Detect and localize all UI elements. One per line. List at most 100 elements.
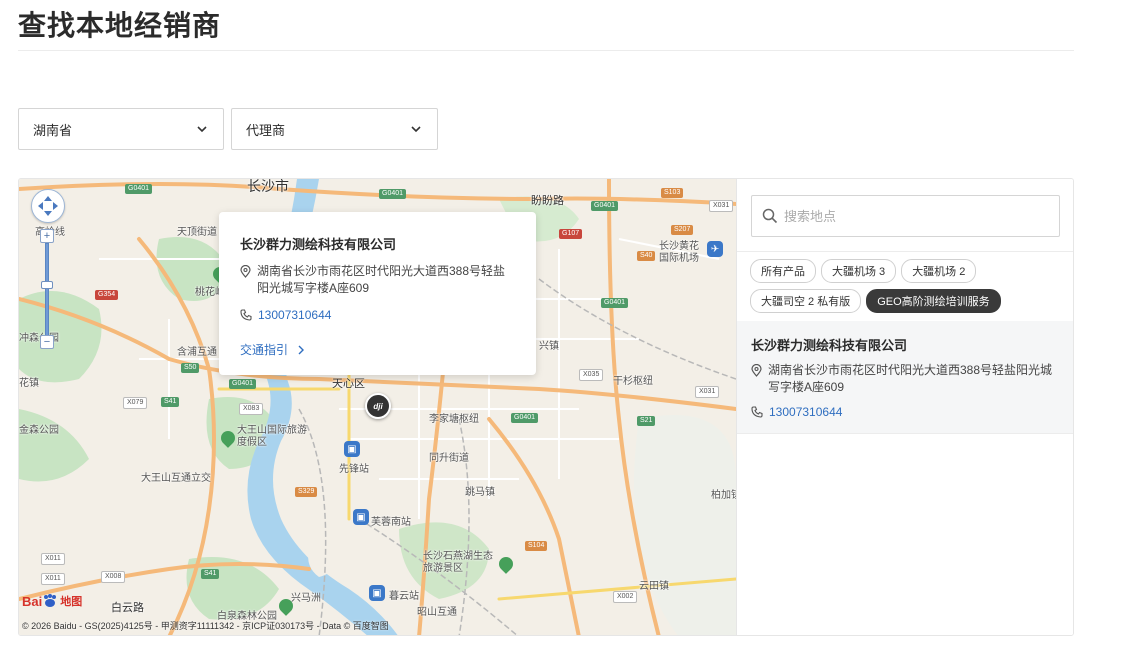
map-label-baichuan: 柏加镇 — [711, 490, 736, 501]
place-search-input[interactable] — [784, 208, 1044, 224]
chevron-down-icon — [411, 126, 421, 133]
popup-address: 湖南省长沙市雨花区时代阳光大道西388号轻盐阳光城写字楼A座609 — [257, 264, 506, 295]
zoom-slider-thumb[interactable] — [41, 281, 53, 289]
road-badge: S50 — [181, 363, 200, 373]
road-badge: G354 — [95, 290, 119, 300]
map-label-baiyun: 白云路 — [111, 602, 144, 614]
tag-all-products[interactable]: 所有产品 — [750, 259, 816, 283]
road-badge: S329 — [295, 487, 318, 497]
place-search-box — [751, 195, 1060, 237]
road-badge: X083 — [239, 403, 264, 415]
map-label-xianfeng: 先锋站 — [339, 464, 369, 475]
side-divider — [737, 251, 1073, 252]
dealer-result-item[interactable]: 长沙群力测绘科技有限公司 湖南省长沙市雨花区时代阳光大道西388号轻盐阳光城写字… — [737, 321, 1073, 433]
road-badge: X002 — [613, 591, 638, 603]
road-badge: X008 — [101, 571, 126, 583]
map-label-ganshan: 干杉枢纽 — [613, 376, 653, 387]
page-title: 查找本地经销商 — [18, 10, 222, 41]
road-badge: S207 — [671, 225, 694, 235]
pan-arrows-icon — [38, 196, 58, 216]
airport-icon: ✈ — [707, 241, 723, 257]
road-badge: S40 — [637, 251, 656, 261]
baidu-logo-map-text: 地图 — [60, 596, 83, 608]
dealer-map-marker[interactable]: dji — [365, 393, 391, 419]
road-badge: G0401 — [511, 413, 539, 423]
map-copyright: © 2026 Baidu - GS(2025)4125号 - 甲测资字11111… — [22, 621, 389, 631]
map-label-tianxing: 天顶街道 — [177, 227, 217, 238]
result-phone-link[interactable]: 13007310644 — [769, 404, 842, 421]
dealer-side-panel: 所有产品 大疆机场 3 大疆机场 2 大疆司空 2 私有版 GEO高阶测绘培训服… — [736, 179, 1073, 635]
chevron-right-icon — [298, 345, 305, 354]
map-label-airport: 长沙黄花国际机场 — [659, 241, 699, 264]
location-pin-icon — [751, 364, 762, 377]
map-label-xingma: 兴马洲 — [291, 593, 321, 604]
title-divider — [18, 50, 1074, 51]
map-label-huazhen: 花镇 — [19, 378, 39, 389]
baidu-map-logo: Bai 地图 — [22, 593, 82, 609]
dealer-info-popup: 长沙群力测绘科技有限公司 湖南省长沙市雨花区时代阳光大道西388号轻盐阳光城写字… — [219, 212, 536, 375]
dealer-locator: 长沙市 盼盼路 天顶街道 高岭线 桃花岭 冲森公园 含浦互通 花镇 天心区 李家… — [18, 178, 1074, 636]
road-badge: S21 — [637, 416, 656, 426]
map-label-dawangshan-interchange: 大王山互通立交 — [141, 473, 211, 484]
map-label-jinshan: 金森公园 — [19, 425, 59, 436]
train-station-icon: ▣ — [353, 509, 369, 525]
road-badge: X011 — [41, 553, 65, 565]
tag-flighthub-2-private[interactable]: 大疆司空 2 私有版 — [750, 289, 862, 313]
product-filter-tags: 所有产品 大疆机场 3 大疆机场 2 大疆司空 2 私有版 GEO高阶测绘培训服… — [750, 259, 1070, 313]
chevron-down-icon — [197, 126, 207, 133]
result-dealer-name: 长沙群力测绘科技有限公司 — [751, 338, 908, 353]
road-badge: S103 — [661, 188, 684, 198]
location-pin-icon — [240, 265, 251, 278]
road-badge: X031 — [709, 200, 734, 212]
map-label-changsha: 长沙市 — [247, 179, 289, 194]
road-badge: G0401 — [591, 201, 619, 211]
phone-icon — [751, 406, 763, 418]
map-label-zhaoshan: 昭山互通 — [417, 607, 457, 618]
map-label-tianxin: 天心区 — [332, 378, 365, 390]
tag-geo-training[interactable]: GEO高阶测绘培训服务 — [866, 289, 1001, 313]
popup-phone-link[interactable]: 13007310644 — [258, 307, 331, 324]
dealer-type-select-value: 代理商 — [246, 122, 286, 138]
directions-link-label: 交通指引 — [240, 343, 289, 357]
road-badge: S41 — [201, 569, 220, 579]
result-divider — [737, 433, 1073, 434]
map-pan-control[interactable] — [31, 189, 65, 223]
phone-icon — [240, 309, 252, 321]
map-label-furong: 芙蓉南站 — [371, 517, 411, 528]
map-label-shiyan: 长沙石燕湖生态旅游景区 — [423, 551, 493, 574]
map-label-xingzhen: 兴镇 — [539, 341, 559, 352]
paw-icon — [44, 594, 57, 607]
road-badge: G107 — [559, 229, 583, 239]
popup-dealer-name: 长沙群力测绘科技有限公司 — [240, 237, 397, 252]
zoom-in-button[interactable]: + — [40, 229, 54, 243]
zoom-slider-track[interactable] — [45, 243, 49, 337]
dealer-type-select[interactable]: 代理商 — [231, 108, 438, 150]
map-label-tongsheng: 同升街道 — [429, 453, 469, 464]
map-label-panlong: 盼盼路 — [531, 195, 564, 207]
zoom-out-button[interactable]: − — [40, 335, 54, 349]
road-badge: G0401 — [125, 184, 153, 194]
map-canvas[interactable]: 长沙市 盼盼路 天顶街道 高岭线 桃花岭 冲森公园 含浦互通 花镇 天心区 李家… — [19, 179, 736, 635]
map-zoom-control: + − — [40, 229, 54, 351]
road-badge: S41 — [161, 397, 180, 407]
map-label-muyun: 暮云站 — [389, 591, 419, 602]
train-station-icon: ▣ — [344, 441, 360, 457]
map-label-tiaoma: 跳马镇 — [465, 487, 495, 498]
map-label-hanpu: 含浦互通 — [177, 347, 217, 358]
baidu-logo-text: Bai — [22, 593, 43, 609]
road-badge: S104 — [525, 541, 548, 551]
road-badge: G0401 — [229, 379, 257, 389]
tag-dock-2[interactable]: 大疆机场 2 — [901, 259, 977, 283]
train-station-icon: ▣ — [369, 585, 385, 601]
directions-link[interactable]: 交通指引 — [240, 341, 308, 358]
province-select[interactable]: 湖南省 — [18, 108, 224, 150]
search-icon — [762, 208, 778, 224]
road-badge: X035 — [579, 369, 604, 381]
map-label-dawangshan: 大王山国际旅游度假区 — [237, 425, 307, 448]
road-badge: G0401 — [601, 298, 629, 308]
province-select-value: 湖南省 — [33, 122, 73, 138]
tag-dock-3[interactable]: 大疆机场 3 — [821, 259, 897, 283]
road-badge: G0401 — [379, 189, 407, 199]
road-badge: X011 — [41, 573, 65, 585]
road-badge: X079 — [123, 397, 148, 409]
